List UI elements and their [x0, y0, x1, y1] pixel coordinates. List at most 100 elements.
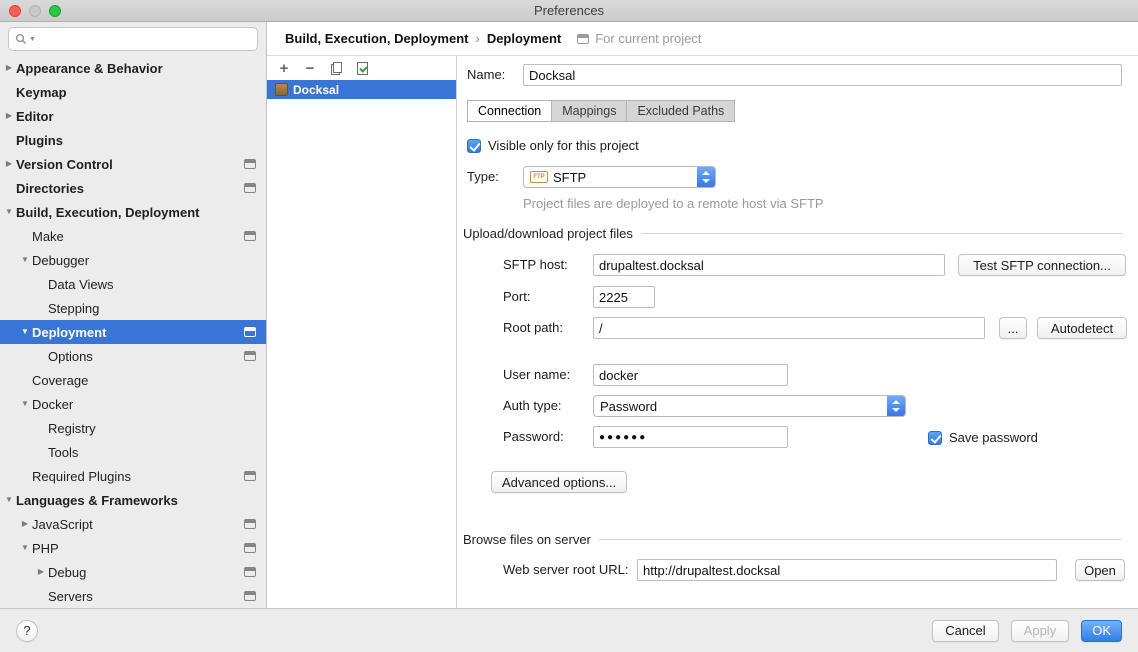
open-button[interactable]: Open	[1075, 559, 1125, 581]
sidebar-item-appearance-behavior[interactable]: ▶Appearance & Behavior	[0, 56, 266, 80]
sidebar-item-label: Directories	[16, 181, 84, 196]
breadcrumb-parent[interactable]: Build, Execution, Deployment	[285, 31, 468, 46]
type-hint: Project files are deployed to a remote h…	[523, 196, 824, 211]
section-label: Browse files on server	[463, 532, 591, 547]
dropdown-stepper-icon	[887, 396, 905, 416]
sidebar-item-data-views[interactable]: Data Views	[0, 272, 266, 296]
sidebar-item-debugger[interactable]: ▼Debugger	[0, 248, 266, 272]
add-button[interactable]: +	[273, 58, 295, 78]
deployment-form: Name: ConnectionMappingsExcluded Paths V…	[457, 56, 1138, 608]
server-item-docksal[interactable]: Docksal	[267, 80, 456, 99]
sidebar-item-stepping[interactable]: Stepping	[0, 296, 266, 320]
sidebar-item-label: Make	[32, 229, 64, 244]
servers-list-panel: + − Docksal	[267, 56, 457, 608]
copy-button[interactable]	[325, 58, 347, 78]
sidebar-item-servers[interactable]: Servers	[0, 584, 266, 608]
sidebar-item-make[interactable]: Make	[0, 224, 266, 248]
current-project-icon	[244, 183, 256, 193]
upload-section-header: Upload/download project files	[463, 226, 1122, 241]
chevron-down-icon[interactable]: ▼	[18, 536, 32, 560]
sidebar-item-label: Languages & Frameworks	[16, 493, 178, 508]
tab-mappings[interactable]: Mappings	[551, 100, 627, 122]
sidebar-item-label: Stepping	[48, 301, 99, 316]
sftp-host-label: SFTP host:	[503, 254, 568, 276]
minimize-button	[29, 5, 41, 17]
sidebar-item-version-control[interactable]: ▶Version Control	[0, 152, 266, 176]
chevron-right-icon[interactable]: ▶	[34, 560, 48, 584]
sidebar-item-directories[interactable]: Directories	[0, 176, 266, 200]
breadcrumb-separator-icon: ›	[475, 31, 479, 46]
chevron-down-icon[interactable]: ▼	[18, 320, 32, 344]
chevron-down-icon[interactable]: ▼	[18, 248, 32, 272]
sidebar-item-coverage[interactable]: Coverage	[0, 368, 266, 392]
current-project-icon	[244, 327, 256, 337]
apply-button[interactable]: Apply	[1011, 620, 1070, 642]
sftp-host-input[interactable]	[593, 254, 945, 276]
sidebar-item-keymap[interactable]: Keymap	[0, 80, 266, 104]
port-input[interactable]	[593, 286, 655, 308]
sidebar-item-languages-frameworks[interactable]: ▼Languages & Frameworks	[0, 488, 266, 512]
sidebar-item-label: Servers	[48, 589, 93, 604]
save-password-checkbox[interactable]	[928, 431, 942, 445]
sidebar-item-label: Version Control	[16, 157, 113, 172]
sidebar-item-label: Plugins	[16, 133, 63, 148]
deployment-server-icon	[275, 83, 288, 96]
copy-icon	[331, 62, 342, 75]
chevron-right-icon[interactable]: ▶	[2, 56, 16, 80]
sidebar-item-debug[interactable]: ▶Debug	[0, 560, 266, 584]
advanced-options-button[interactable]: Advanced options...	[491, 471, 627, 493]
sidebar-item-plugins[interactable]: Plugins	[0, 128, 266, 152]
sidebar-item-label: JavaScript	[32, 517, 93, 532]
test-sftp-connection-button[interactable]: Test SFTP connection...	[958, 254, 1126, 276]
cancel-button[interactable]: Cancel	[932, 620, 998, 642]
use-as-default-button[interactable]	[351, 58, 373, 78]
auth-type-select[interactable]: Password	[593, 395, 906, 417]
sidebar-item-registry[interactable]: Registry	[0, 416, 266, 440]
sidebar-item-options[interactable]: Options	[0, 344, 266, 368]
chevron-down-icon[interactable]: ▼	[2, 488, 16, 512]
sidebar-item-tools[interactable]: Tools	[0, 440, 266, 464]
password-input[interactable]	[593, 426, 788, 448]
current-project-icon	[244, 543, 256, 553]
sidebar-item-label: Build, Execution, Deployment	[16, 205, 199, 220]
user-name-input[interactable]	[593, 364, 788, 386]
sidebar-item-required-plugins[interactable]: Required Plugins	[0, 464, 266, 488]
sidebar-item-javascript[interactable]: ▶JavaScript	[0, 512, 266, 536]
tab-excluded-paths[interactable]: Excluded Paths	[626, 100, 735, 122]
current-project-icon	[244, 231, 256, 241]
zoom-button[interactable]	[49, 5, 61, 17]
browse-root-path-button[interactable]: ...	[999, 317, 1027, 339]
sidebar-item-build-execution-deployment[interactable]: ▼Build, Execution, Deployment	[0, 200, 266, 224]
section-divider	[641, 233, 1122, 234]
type-select[interactable]: FTP SFTP	[523, 166, 716, 188]
close-button[interactable]	[9, 5, 21, 17]
chevron-right-icon[interactable]: ▶	[2, 152, 16, 176]
section-divider	[599, 539, 1122, 540]
sftp-icon: FTP	[530, 171, 548, 183]
remove-button[interactable]: −	[299, 58, 321, 78]
chevron-down-icon[interactable]: ▼	[2, 200, 16, 224]
name-input[interactable]	[523, 64, 1122, 86]
sidebar-item-deployment[interactable]: ▼Deployment	[0, 320, 266, 344]
ok-button[interactable]: OK	[1081, 620, 1122, 642]
visible-only-checkbox[interactable]	[467, 139, 481, 153]
autodetect-button[interactable]: Autodetect	[1037, 317, 1127, 339]
sidebar-item-docker[interactable]: ▼Docker	[0, 392, 266, 416]
chevron-down-icon[interactable]: ▼	[18, 392, 32, 416]
server-list: Docksal	[267, 80, 456, 608]
chevron-down-icon: ▼	[29, 36, 36, 43]
user-name-label: User name:	[503, 364, 570, 386]
search-input[interactable]: ▼	[8, 27, 258, 51]
current-project-icon	[244, 567, 256, 577]
root-path-input[interactable]	[593, 317, 985, 339]
sidebar-item-label: PHP	[32, 541, 59, 556]
chevron-right-icon[interactable]: ▶	[2, 104, 16, 128]
chevron-right-icon[interactable]: ▶	[18, 512, 32, 536]
help-button[interactable]: ?	[16, 620, 38, 642]
tab-connection[interactable]: Connection	[467, 100, 552, 122]
sidebar-item-php[interactable]: ▼PHP	[0, 536, 266, 560]
form-tabs: ConnectionMappingsExcluded Paths	[467, 100, 735, 122]
visible-only-label: Visible only for this project	[488, 138, 639, 153]
sidebar-item-editor[interactable]: ▶Editor	[0, 104, 266, 128]
web-root-input[interactable]	[637, 559, 1057, 581]
